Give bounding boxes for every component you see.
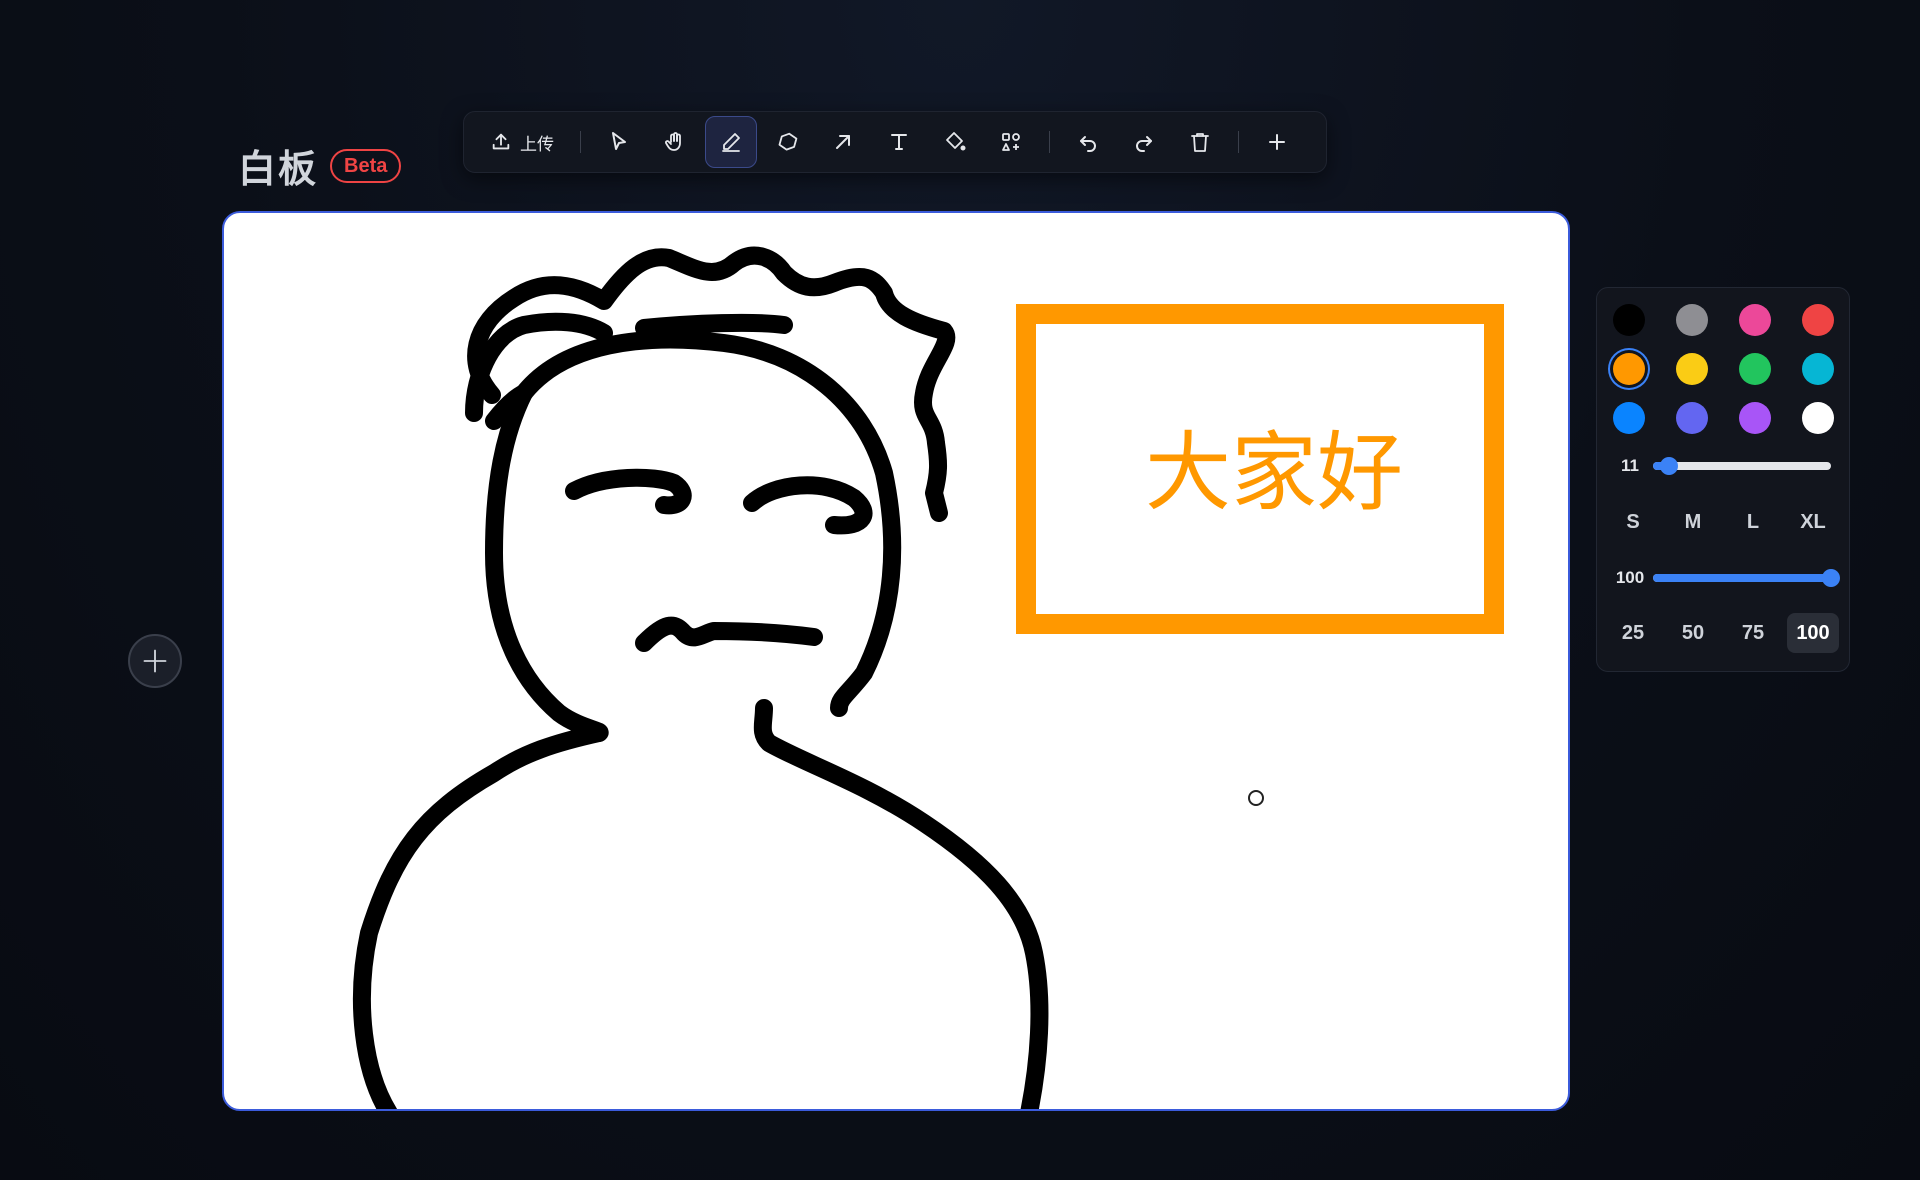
size-value: 11 [1621, 456, 1639, 475]
text-icon [891, 134, 907, 150]
title-area: 白板 Beta [238, 138, 402, 193]
size-slider[interactable] [1653, 457, 1831, 475]
color-swatch[interactable] [1613, 304, 1645, 336]
canvas-text[interactable]: 大家好 [1094, 423, 1454, 523]
size-slider-thumb[interactable] [1660, 457, 1679, 475]
color-swatch[interactable] [1676, 304, 1708, 336]
redo-icon [1136, 136, 1152, 152]
trash-icon [1191, 133, 1209, 152]
delete-button[interactable] [1174, 116, 1226, 168]
paint-bucket-icon [946, 132, 966, 151]
beta-badge: Beta [330, 148, 402, 183]
eraser-tool-button[interactable] [761, 116, 813, 168]
arrow-tool-button[interactable] [817, 116, 869, 168]
drawing-layer [353, 246, 1504, 1109]
upload-button[interactable]: 上传 [474, 120, 570, 164]
upload-icon [492, 133, 510, 150]
opacity-options: 25 50 75 100 [1607, 613, 1839, 653]
add-page-button[interactable] [128, 634, 182, 688]
cursor-icon [612, 132, 626, 150]
color-swatch[interactable] [1802, 402, 1834, 434]
toolbar-divider [1049, 131, 1050, 153]
hand-tool-button[interactable] [649, 116, 701, 168]
opacity-option-25[interactable]: 25 [1607, 613, 1659, 653]
style-panel: 11 S M L XL 100 25 50 75 100 [1596, 287, 1850, 672]
whiteboard-canvas[interactable]: 大家好 [222, 211, 1570, 1111]
color-swatch[interactable] [1676, 353, 1708, 385]
color-swatch[interactable] [1739, 304, 1771, 336]
eraser-icon [778, 132, 798, 151]
opacity-slider-thumb[interactable] [1822, 569, 1840, 587]
color-swatch[interactable] [1802, 304, 1834, 336]
add-button[interactable] [1251, 116, 1303, 168]
color-swatch[interactable] [1613, 402, 1645, 434]
opacity-option-50[interactable]: 50 [1667, 613, 1719, 653]
opacity-slider-fill [1653, 574, 1831, 582]
color-swatch[interactable] [1613, 353, 1645, 385]
undo-icon [1080, 136, 1096, 152]
size-option-l[interactable]: L [1727, 502, 1779, 542]
pen-cursor [1248, 790, 1264, 806]
color-swatches [1611, 302, 1836, 436]
size-option-xl[interactable]: XL [1787, 502, 1839, 542]
page-title: 白板 [238, 147, 319, 191]
opacity-option-100[interactable]: 100 [1787, 613, 1839, 653]
color-swatch[interactable] [1676, 402, 1708, 434]
size-options: S M L XL [1607, 502, 1839, 542]
size-option-m[interactable]: M [1667, 502, 1719, 542]
toolbar-divider [580, 131, 581, 153]
opacity-option-75[interactable]: 75 [1727, 613, 1779, 653]
color-swatch[interactable] [1739, 353, 1771, 385]
hand-icon [665, 132, 681, 151]
color-swatch[interactable] [1802, 353, 1834, 385]
opacity-value: 100 [1615, 568, 1645, 587]
fill-tool-button[interactable] [929, 116, 981, 168]
toolbar-divider [1238, 131, 1239, 153]
select-tool-button[interactable] [593, 116, 645, 168]
arrow-icon [836, 135, 850, 149]
plus-icon [143, 649, 167, 673]
doodle-strokes [353, 246, 1049, 1109]
pen-tool-button[interactable] [705, 116, 757, 168]
undo-button[interactable] [1062, 116, 1114, 168]
shapes-icon [1002, 133, 1020, 151]
upload-label: 上传 [520, 134, 554, 154]
size-option-s[interactable]: S [1607, 502, 1659, 542]
opacity-slider-row: 100 [1611, 568, 1840, 588]
pen-icon [722, 133, 740, 152]
color-swatch[interactable] [1739, 402, 1771, 434]
redo-button[interactable] [1118, 116, 1170, 168]
size-slider-row: 11 [1611, 456, 1835, 476]
toolbar: 上传 [463, 111, 1327, 173]
shapes-tool-button[interactable] [985, 116, 1037, 168]
opacity-slider[interactable] [1653, 569, 1840, 587]
plus-icon [1269, 134, 1285, 150]
text-tool-button[interactable] [873, 116, 925, 168]
